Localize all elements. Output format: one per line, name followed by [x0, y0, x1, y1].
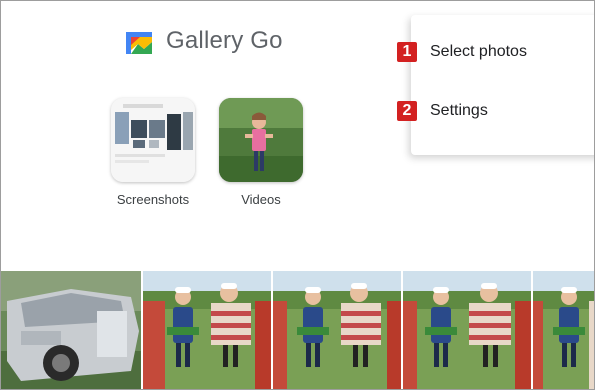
menu-label-select-photos: Select photos [430, 43, 527, 60]
screenshots-thumbnail-icon [111, 98, 195, 182]
album-screenshots[interactable]: Screenshots [111, 98, 195, 207]
kids-photo-4[interactable] [533, 271, 594, 389]
kids-photo-1[interactable] [143, 271, 271, 389]
album-label-screenshots: Screenshots [116, 192, 190, 207]
photo-strip [1, 271, 594, 389]
menu-item-select-photos[interactable]: 1 Select photos [397, 42, 527, 62]
gallery-go-logo-icon [126, 32, 152, 54]
overflow-menu: 1 Select photos 2 Settings [397, 15, 594, 155]
step-badge-1: 1 [397, 42, 417, 62]
album-label-videos: Videos [241, 192, 281, 207]
menu-item-settings[interactable]: 2 Settings [397, 101, 488, 121]
videos-thumbnail-icon [219, 98, 303, 182]
gallery-go-screen: Gallery Go Screenshots Videos 1 Select p… [0, 0, 595, 390]
kids-photo-2[interactable] [273, 271, 401, 389]
album-videos[interactable]: Videos [219, 98, 303, 207]
step-badge-2: 2 [397, 101, 417, 121]
car-photo[interactable] [1, 271, 141, 389]
menu-label-settings: Settings [430, 102, 488, 119]
kids-photo-3[interactable] [403, 271, 531, 389]
app-title: Gallery Go [166, 27, 283, 54]
